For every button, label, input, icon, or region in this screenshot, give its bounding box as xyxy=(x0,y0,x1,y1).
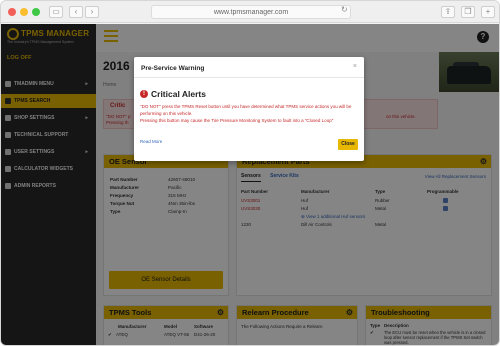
close-icon[interactable]: × xyxy=(353,63,357,70)
share-icon[interactable]: ⇪ xyxy=(441,6,455,18)
tabs-icon[interactable]: ❐ xyxy=(461,6,475,18)
new-tab-icon[interactable]: + xyxy=(481,6,495,18)
divider xyxy=(134,77,364,78)
browser-window: ▭ ‹ › www.tpmsmanager.com ↻ ⇪ ❐ + TPMS M… xyxy=(0,0,500,346)
modal-title: Pre-Service Warning xyxy=(141,65,205,72)
sidebar-toggle-icon[interactable]: ▭ xyxy=(49,6,63,18)
modal-heading: Critical Alerts xyxy=(151,89,206,99)
address-bar[interactable]: www.tpmsmanager.com xyxy=(151,5,351,19)
back-icon[interactable]: ‹ xyxy=(69,6,83,18)
warning-text: Pressing this button may cause the Tire … xyxy=(140,118,334,123)
close-button[interactable]: Close xyxy=(338,139,358,150)
reload-icon[interactable]: ↻ xyxy=(341,5,348,14)
modal-backdrop[interactable]: Pre-Service Warning × ! Critical Alerts … xyxy=(1,24,499,345)
alert-icon: ! xyxy=(140,90,148,98)
browser-toolbar: ▭ ‹ › www.tpmsmanager.com ↻ ⇪ ❐ + xyxy=(1,1,499,23)
read-more-link[interactable]: Read More xyxy=(140,139,162,144)
maximize-window-button[interactable] xyxy=(32,8,40,16)
forward-icon[interactable]: › xyxy=(85,6,99,18)
minimize-window-button[interactable] xyxy=(20,8,28,16)
warning-text: "DO NOT" press the TPMS Reset button unt… xyxy=(140,104,352,116)
modal-body: "DO NOT" press the TPMS Reset button unt… xyxy=(140,103,358,124)
pre-service-warning-modal: Pre-Service Warning × ! Critical Alerts … xyxy=(134,57,364,161)
close-window-button[interactable] xyxy=(8,8,16,16)
